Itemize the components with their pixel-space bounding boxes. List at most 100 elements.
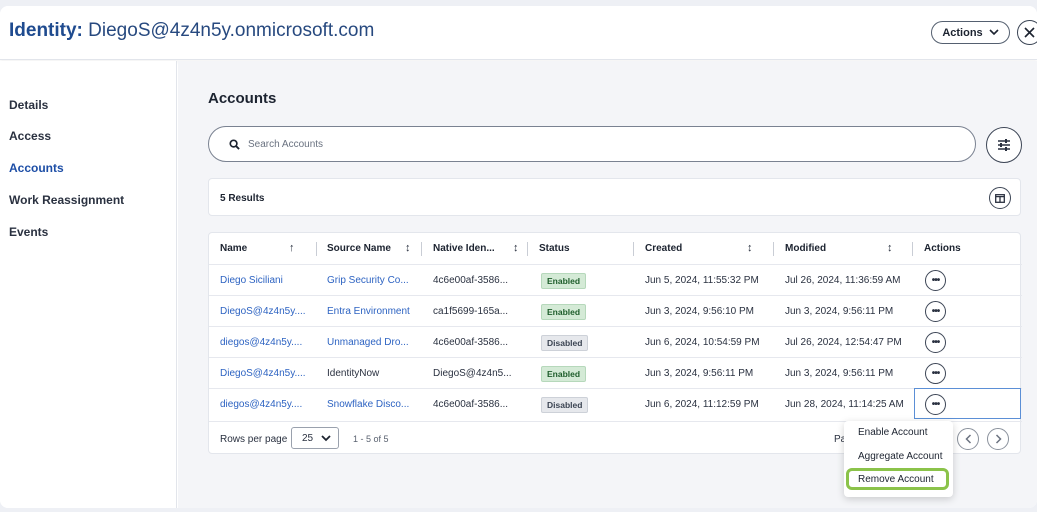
table-row: diegos@4z4n5y.... Unmanaged Dro... 4c6e0… xyxy=(209,326,1022,357)
sidebar-item-accounts[interactable]: Accounts xyxy=(9,161,64,175)
column-divider xyxy=(633,242,634,256)
row-actions-cell: ••• xyxy=(925,296,946,327)
modified-date: Jul 26, 2024, 12:54:47 PM xyxy=(785,337,902,348)
header: Identity: DiegoS@4z4n5y.onmicrosoft.com … xyxy=(0,6,1037,60)
sort-icon: ↕ xyxy=(513,242,519,254)
next-page-button[interactable] xyxy=(987,428,1009,450)
actions-button[interactable]: Actions xyxy=(931,21,1010,44)
source-name-link[interactable]: Unmanaged Dro... xyxy=(327,327,409,358)
sidebar-item-events[interactable]: Events xyxy=(9,225,48,239)
created-date: Jun 3, 2024, 9:56:11 PM xyxy=(645,368,754,379)
column-divider xyxy=(421,242,422,256)
chevron-right-icon xyxy=(995,434,1002,444)
sort-ascending-icon: ↑ xyxy=(289,242,295,254)
more-actions-button[interactable]: ••• xyxy=(925,270,946,291)
search-icon xyxy=(229,138,240,150)
chevron-left-icon xyxy=(964,434,971,444)
sort-icon: ↕ xyxy=(747,242,753,254)
status-cell: Enabled xyxy=(541,358,587,389)
more-actions-button[interactable]: ••• xyxy=(925,301,946,322)
status-badge: Enabled xyxy=(541,303,587,320)
identity-panel: Identity: DiegoS@4z4n5y.onmicrosoft.com … xyxy=(0,6,1037,508)
source-name-link[interactable]: Grip Security Co... xyxy=(327,265,409,296)
more-actions-button[interactable]: ••• xyxy=(925,332,946,353)
focused-cell-outline xyxy=(914,388,1021,419)
source-name-link[interactable]: Entra Environment xyxy=(327,296,410,327)
column-divider xyxy=(773,242,774,256)
row-actions-cell: ••• xyxy=(925,358,946,389)
search-bar[interactable] xyxy=(208,126,976,162)
rows-per-page-label: Rows per page xyxy=(220,434,288,445)
source-name-link[interactable]: Snowflake Disco... xyxy=(327,389,409,420)
sidebar: Details Access Accounts Work Reassignmen… xyxy=(0,61,177,508)
account-name-link[interactable]: DiegoS@4z4n5y.... xyxy=(220,296,306,327)
column-header-native-identity[interactable]: Native Iden... ↕ xyxy=(433,233,528,263)
column-header-label: Status xyxy=(539,242,570,254)
actions-label: Actions xyxy=(942,26,983,39)
native-identity: 4c6e00af-3586... xyxy=(433,337,509,348)
title-label: Identity: xyxy=(9,20,83,41)
modified-date: Jun 3, 2024, 9:56:11 PM xyxy=(785,368,894,379)
status-cell: Enabled xyxy=(541,265,587,296)
account-name-link[interactable]: diegos@4z4n5y.... xyxy=(220,327,302,358)
page-range: 1 - 5 of 5 xyxy=(353,434,389,444)
status-cell: Disabled xyxy=(541,327,589,358)
row-actions-cell: ••• xyxy=(925,265,946,296)
created-date: Jun 3, 2024, 9:56:10 PM xyxy=(645,306,754,317)
native-identity: ca1f5699-165a... xyxy=(433,306,509,317)
sort-icon: ↕ xyxy=(405,242,411,254)
native-identity: 4c6e00af-3586... xyxy=(433,275,509,286)
menu-item-aggregate-account[interactable]: Aggregate Account xyxy=(858,451,943,462)
title-value: DiegoS@4z4n5y.onmicrosoft.com xyxy=(88,20,375,41)
column-header-label: Name xyxy=(220,242,248,254)
column-header-label: Modified xyxy=(785,242,827,254)
created-date: Jun 6, 2024, 11:12:59 PM xyxy=(645,399,759,410)
status-badge: Disabled xyxy=(541,396,589,413)
previous-page-button[interactable] xyxy=(957,428,979,450)
sort-icon: ↕ xyxy=(887,242,893,254)
column-header-source-name[interactable]: Source Name ↕ xyxy=(327,233,422,263)
section-heading: Accounts xyxy=(208,90,277,107)
sidebar-item-details[interactable]: Details xyxy=(9,98,48,112)
status-badge: Enabled xyxy=(541,365,587,382)
column-header-status[interactable]: Status xyxy=(539,233,619,263)
native-identity: DiegoS@4z4n5... xyxy=(433,368,512,379)
column-header-name[interactable]: Name ↑ xyxy=(220,233,315,263)
column-header-label: Native Iden... xyxy=(433,242,495,254)
created-date: Jun 6, 2024, 10:54:59 PM xyxy=(645,337,760,348)
status-badge: Disabled xyxy=(541,334,589,351)
column-divider xyxy=(316,242,317,256)
table-row: DiegoS@4z4n5y.... IdentityNow DiegoS@4z4… xyxy=(209,357,1022,388)
status-cell: Enabled xyxy=(541,296,587,327)
column-header-created[interactable]: Created ↕ xyxy=(645,233,765,263)
chevron-down-icon xyxy=(321,434,331,441)
table-row: diegos@4z4n5y.... Snowflake Disco... 4c6… xyxy=(209,388,1022,419)
status-cell: Disabled xyxy=(541,389,589,420)
column-header-actions: Actions xyxy=(924,233,1004,263)
results-bar: 5 Results xyxy=(208,178,1021,216)
close-icon xyxy=(1024,27,1035,38)
created-date: Jun 5, 2024, 11:55:32 PM xyxy=(645,275,759,286)
sliders-icon xyxy=(998,139,1010,151)
account-name-link[interactable]: diegos@4z4n5y.... xyxy=(220,389,302,420)
rows-per-page-select[interactable]: 25 xyxy=(291,427,339,449)
filter-button[interactable] xyxy=(986,127,1022,163)
sidebar-item-work-reassignment[interactable]: Work Reassignment xyxy=(9,193,124,207)
account-name-link[interactable]: DiegoS@4z4n5y.... xyxy=(220,358,306,389)
table-row: DiegoS@4z4n5y.... Entra Environment ca1f… xyxy=(209,295,1022,326)
column-header-label: Created xyxy=(645,242,683,254)
search-input[interactable] xyxy=(248,138,848,150)
column-header-modified[interactable]: Modified ↕ xyxy=(785,233,905,263)
more-actions-button[interactable]: ••• xyxy=(925,363,946,384)
close-button[interactable] xyxy=(1017,20,1037,45)
account-name-link[interactable]: Diego Siciliani xyxy=(220,265,283,296)
status-badge: Enabled xyxy=(541,272,587,289)
sidebar-item-access[interactable]: Access xyxy=(9,129,51,143)
menu-item-enable-account[interactable]: Enable Account xyxy=(858,427,928,438)
column-settings-button[interactable] xyxy=(989,187,1011,209)
highlight-outline xyxy=(846,468,949,490)
results-count: 5 Results xyxy=(220,193,265,204)
column-divider xyxy=(527,242,528,256)
source-name: IdentityNow xyxy=(327,368,380,379)
column-divider xyxy=(912,242,913,256)
